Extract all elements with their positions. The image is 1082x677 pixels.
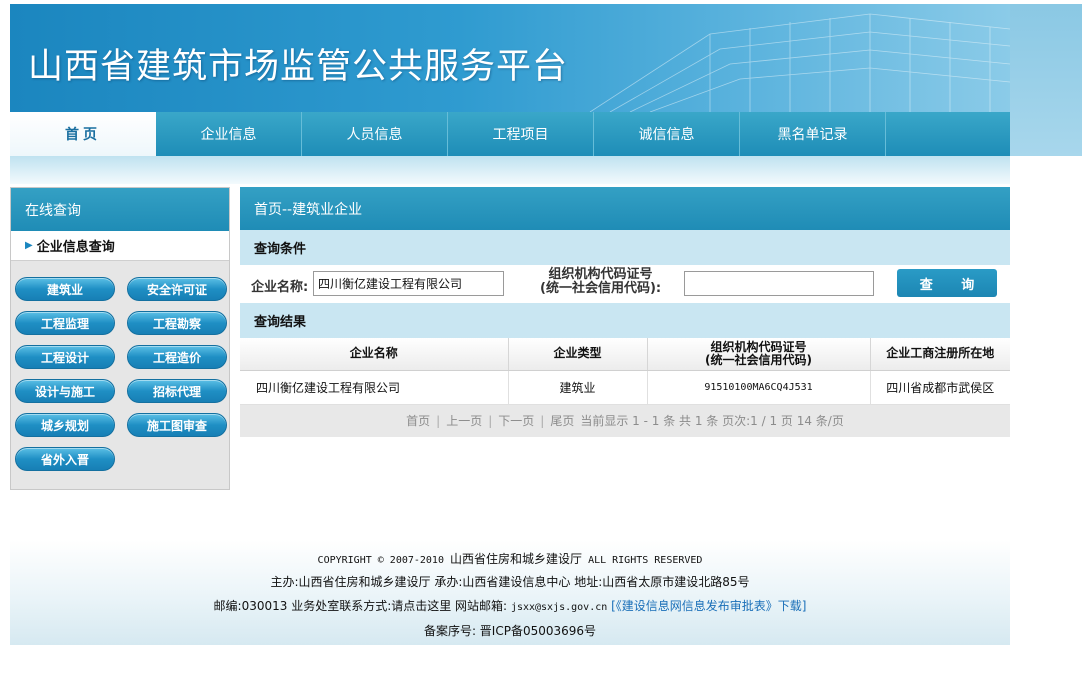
sidebar-subtitle[interactable]: ▶ 企业信息查询 — [11, 231, 229, 261]
category-button-survey[interactable]: 工程勘察 — [127, 311, 227, 335]
results-section-title: 查询结果 — [240, 303, 1010, 338]
footer-icp: 备案序号: 晋ICP备05003696号 — [423, 624, 597, 638]
column-header-enterprise-name: 企业名称 — [240, 338, 509, 371]
nav-item-enterprise-info[interactable]: 企业信息 — [156, 112, 302, 156]
nav-item-projects[interactable]: 工程项目 — [448, 112, 594, 156]
cell-enterprise-type: 建筑业 — [508, 370, 648, 405]
query-button[interactable]: 查 询 — [897, 269, 997, 297]
category-button-drawing-review[interactable]: 施工图审查 — [127, 413, 227, 437]
footer-download-link[interactable]: [《建设信息网信息发布审批表》下载] — [611, 599, 806, 613]
footer-email[interactable]: jsxx@sxjs.gov.cn — [511, 602, 607, 613]
org-code-input[interactable] — [684, 271, 874, 296]
pager-next-link[interactable]: 下一页 — [498, 412, 534, 429]
pager-prev-link[interactable]: 上一页 — [446, 412, 482, 429]
breadcrumb: 首页--建筑业企业 — [240, 187, 1010, 230]
cell-org-code: 91510100MA6CQ4J531 — [647, 370, 871, 405]
pagination: 首页 | 上一页 | 下一页 | 尾页 当前显示 1 - 1 条 共 1 条 页… — [240, 404, 1010, 437]
pager-last-link[interactable]: 尾页 — [550, 412, 574, 429]
results-table: 企业名称 企业类型 组织机构代码证号 (统一社会信用代码) 企业工商注册所在地 … — [240, 338, 1010, 405]
footer-copyright-prefix: COPYRIGHT © 2007-2010 — [317, 555, 444, 566]
column-header-enterprise-type: 企业类型 — [508, 338, 648, 371]
pager-status: 当前显示 1 - 1 条 共 1 条 页次:1 / 1 页 14 条/页 — [580, 414, 844, 428]
category-button-cost[interactable]: 工程造价 — [127, 345, 227, 369]
org-code-label-line1: 组织机构代码证号 — [548, 267, 653, 282]
nav-item-blacklist[interactable]: 黑名单记录 — [740, 112, 886, 156]
footer-contact-info: 邮编:030013 业务处室联系方式:请点击这里 网站邮箱: jsxx@sxjs… — [10, 597, 1010, 614]
footer-copyright-org: 山西省住房和城乡建设厅 — [450, 552, 583, 566]
pager-separator: | — [540, 413, 545, 428]
category-button-safety-license[interactable]: 安全许可证 — [127, 277, 227, 301]
footer-sponsor-info: 主办:山西省住房和城乡建设厅 承办:山西省建设信息中心 地址:山西省太原市建设北… — [270, 575, 750, 589]
nav-item-home[interactable]: 首页 — [10, 112, 156, 156]
pager-separator: | — [436, 413, 441, 428]
category-button-design-build[interactable]: 设计与施工 — [15, 379, 115, 403]
sidebar-subtitle-label: 企业信息查询 — [36, 240, 115, 255]
site-banner: 山西省建筑市场监管公共服务平台 — [10, 4, 1010, 112]
enterprise-name-label: 企业名称: — [251, 280, 309, 295]
table-header-row: 企业名称 企业类型 组织机构代码证号 (统一社会信用代码) 企业工商注册所在地 — [240, 338, 1010, 371]
category-button-bidding-agency[interactable]: 招标代理 — [127, 379, 227, 403]
sidebar-title: 在线查询 — [11, 188, 229, 231]
pager-separator: | — [488, 413, 493, 428]
category-button-supervision[interactable]: 工程监理 — [15, 311, 115, 335]
site-title: 山西省建筑市场监管公共服务平台 — [28, 47, 569, 87]
main-panel: 首页--建筑业企业 查询条件 企业名称: 组织机构代码证号 (统一社会信用代码)… — [240, 187, 1010, 437]
column-header-registration-location: 企业工商注册所在地 — [870, 338, 1010, 371]
footer-copyright-suffix: ALL RIGHTS RESERVED — [588, 555, 703, 566]
footer-contact-text: 邮编:030013 业务处室联系方式:请点击这里 网站邮箱: — [213, 599, 508, 613]
category-button-out-of-province[interactable]: 省外入晋 — [15, 447, 115, 471]
column-header-org-code-line1: 组织机构代码证号 — [710, 339, 807, 354]
pager-first-link[interactable]: 首页 — [406, 412, 430, 429]
query-section-title: 查询条件 — [240, 230, 1010, 265]
query-form: 企业名称: 组织机构代码证号 (统一社会信用代码): 查 询 — [240, 265, 1010, 303]
triangle-right-icon: ▶ — [25, 240, 33, 251]
cell-registration-location: 四川省成都市武侯区 — [870, 370, 1010, 405]
org-code-label-line2: (统一社会信用代码): — [540, 281, 662, 296]
sidebar: 在线查询 ▶ 企业信息查询 建筑业 安全许可证 工程监理 工程勘察 工程设计 工… — [10, 187, 230, 490]
nav-item-credit-info[interactable]: 诚信信息 — [594, 112, 740, 156]
category-button-construction[interactable]: 建筑业 — [15, 277, 115, 301]
building-wireframe-illustration — [589, 13, 1010, 112]
category-button-design[interactable]: 工程设计 — [15, 345, 115, 369]
footer: COPYRIGHT © 2007-2010 山西省住房和城乡建设厅 ALL RI… — [10, 540, 1010, 645]
column-header-org-code-line2: (统一社会信用代码) — [705, 352, 812, 367]
column-header-org-code: 组织机构代码证号 (统一社会信用代码) — [647, 338, 871, 371]
category-button-urban-planning[interactable]: 城乡规划 — [15, 413, 115, 437]
table-row[interactable]: 四川衡亿建设工程有限公司 建筑业 91510100MA6CQ4J531 四川省成… — [240, 370, 1010, 405]
main-nav: 首页 企业信息 人员信息 工程项目 诚信信息 黑名单记录 — [10, 112, 1010, 156]
category-button-grid: 建筑业 安全许可证 工程监理 工程勘察 工程设计 工程造价 设计与施工 招标代理… — [11, 261, 229, 471]
banner-right-fill — [1010, 4, 1082, 156]
nav-subbar — [10, 156, 1010, 184]
nav-item-personnel-info[interactable]: 人员信息 — [302, 112, 448, 156]
footer-copyright: COPYRIGHT © 2007-2010 山西省住房和城乡建设厅 ALL RI… — [10, 550, 1010, 567]
cell-enterprise-name[interactable]: 四川衡亿建设工程有限公司 — [240, 370, 509, 405]
enterprise-name-input[interactable] — [313, 271, 504, 296]
org-code-label: 组织机构代码证号 (统一社会信用代码): — [540, 268, 661, 296]
